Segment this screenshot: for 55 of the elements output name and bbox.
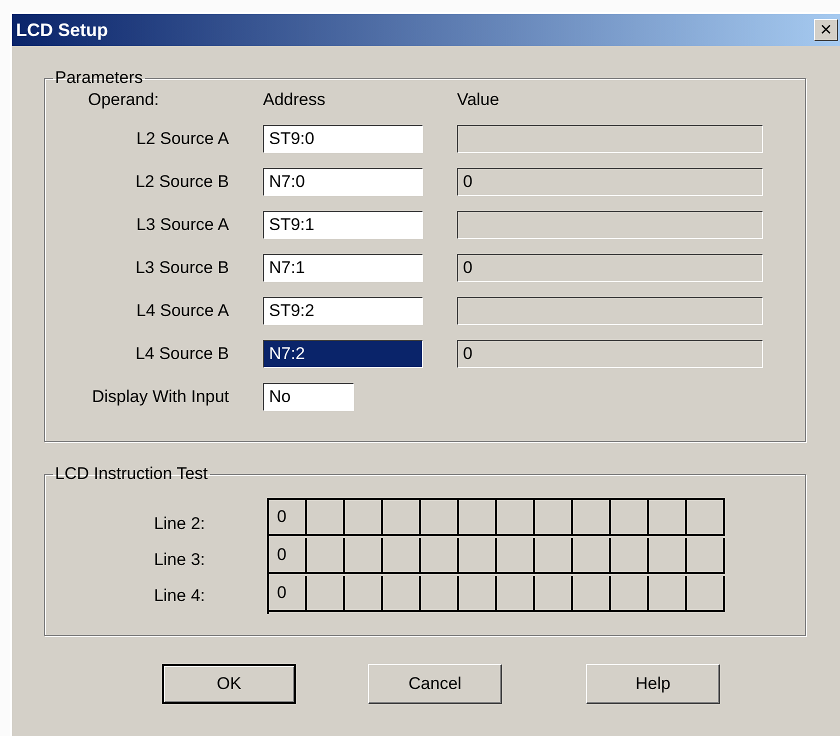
lcd-cell [611,576,649,612]
lcd-cell [649,576,687,612]
group-label: LCD Instruction Test [54,464,209,484]
lcd-cell [459,538,497,574]
address-field[interactable]: N7:2 [263,340,423,368]
lcd-cell [345,576,383,612]
lcd-cell: 0 [269,538,307,574]
line-label: Line 4: [154,586,205,606]
address-field[interactable]: N7:1 [263,254,423,282]
operand-label: L3 Source B [135,258,229,278]
lcd-cell [573,576,611,612]
lcd-cell [687,576,725,612]
lcd-cell [497,576,535,612]
lcd-cell [497,538,535,574]
address-field[interactable]: N7:0 [263,168,423,196]
line-label: Line 2: [154,514,205,534]
display-with-input-field[interactable]: No [263,383,354,411]
address-field[interactable]: ST9:0 [263,125,423,153]
window-title: LCD Setup [16,20,108,40]
column-header: Address [263,90,326,110]
column-header: Value [457,90,500,110]
value-field: 0 [457,254,763,282]
line-label: Line 3: [154,550,205,570]
value-field: 0 [457,168,763,196]
operand-label: L3 Source A [136,215,229,235]
display-with-input-label: Display With Input [92,387,229,407]
lcd-cell [649,538,687,574]
lcd-cell [535,576,573,612]
value-field: 0 [457,340,763,368]
lcd-cell [687,538,725,574]
lcd-cell [573,538,611,574]
lcd-cell [535,538,573,574]
cancel-button[interactable]: Cancel [368,664,502,704]
operand-label: L2 Source B [135,172,229,192]
lcd-cell [459,576,497,612]
column-header: Operand: [88,90,159,110]
group-label: Parameters [54,68,144,88]
help-button[interactable]: Help [586,664,720,704]
lcd-cell [421,538,459,574]
operand-label: L2 Source A [136,129,229,149]
ok-button[interactable]: OK [162,664,296,704]
lcd-cell: 0 [269,500,307,536]
lcd-cell [345,538,383,574]
lcd-cell [611,538,649,574]
address-field[interactable]: ST9:2 [263,297,423,325]
lcd-cell: 0 [269,576,307,612]
operand-label: L4 Source A [136,301,229,321]
address-field[interactable]: ST9:1 [263,211,423,239]
operand-label: L4 Source B [135,344,229,364]
close-button[interactable]: × [814,19,838,41]
lcd-cell [383,576,421,612]
lcd-cell [383,538,421,574]
lcd-cell [307,576,345,612]
lcd-cell [421,576,459,612]
lcd-cell [307,538,345,574]
